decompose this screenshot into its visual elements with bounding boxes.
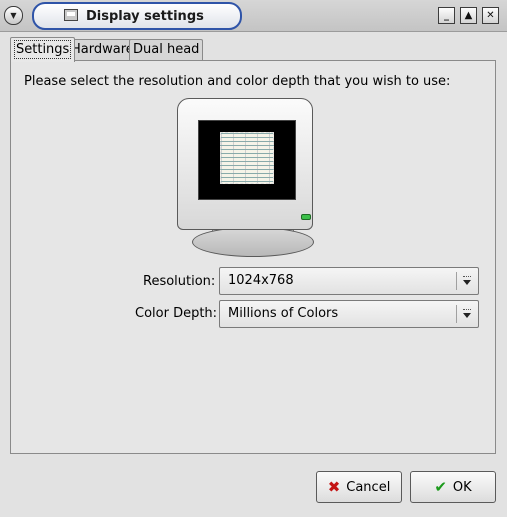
window-title-pill[interactable]: Display settings (32, 2, 242, 30)
tab-settings-label: Settings (14, 40, 72, 59)
display-icon (64, 9, 78, 21)
resolution-label: Resolution: (143, 274, 216, 289)
window-title: Display settings (86, 8, 204, 24)
cancel-label: Cancel (346, 479, 391, 495)
color-depth-label: Color Depth: (135, 306, 218, 321)
cancel-x-icon: ✖ (327, 477, 341, 496)
monitor-stand (192, 227, 314, 257)
triangle-down (463, 279, 471, 285)
cancel-button[interactable]: ✖ Cancel (316, 471, 402, 503)
triangle-down (463, 312, 471, 318)
title-bar: ▼ Display settings _ ▲ ✕ (0, 0, 507, 32)
instruction-text: Please select the resolution and color d… (24, 74, 451, 89)
tab-settings[interactable]: Settings (10, 37, 76, 62)
resolution-value: 1024x768 (228, 273, 294, 288)
dropdown-dots (463, 308, 471, 311)
tab-dual-head[interactable]: Dual head (129, 39, 204, 61)
chevron-down-icon: ▼ (10, 11, 17, 20)
desktop-preview (220, 132, 274, 184)
window-menu-button[interactable]: ▼ (4, 6, 23, 25)
maximize-icon: ▲ (464, 9, 473, 21)
tab-hardware[interactable]: Hardware (67, 39, 138, 61)
combo-separator (456, 305, 457, 323)
settings-panel: Please select the resolution and color d… (10, 60, 496, 454)
resolution-combo[interactable]: 1024x768 (219, 267, 479, 295)
monitor-preview-image (177, 98, 314, 257)
combo-separator (456, 272, 457, 290)
checkmark-icon: ✔ (434, 477, 447, 496)
close-window-button[interactable]: ✕ (482, 7, 499, 24)
monitor-body (177, 98, 313, 230)
close-icon: ✕ (486, 9, 495, 21)
tab-dual-head-label: Dual head (133, 42, 200, 57)
dropdown-dots (463, 275, 471, 278)
color-depth-combo[interactable]: Millions of Colors (219, 300, 479, 328)
dropdown-arrow-icon[interactable] (461, 305, 473, 321)
monitor-power-led (301, 214, 311, 220)
dropdown-arrow-icon[interactable] (461, 272, 473, 288)
tab-hardware-label: Hardware (71, 42, 134, 57)
ok-label: OK (452, 479, 472, 495)
ok-button[interactable]: ✔ OK (410, 471, 496, 503)
monitor-screen (198, 120, 296, 200)
minimize-button[interactable]: _ (438, 7, 455, 24)
color-depth-value: Millions of Colors (228, 306, 339, 321)
minimize-icon: _ (444, 9, 449, 21)
maximize-button[interactable]: ▲ (460, 7, 477, 24)
